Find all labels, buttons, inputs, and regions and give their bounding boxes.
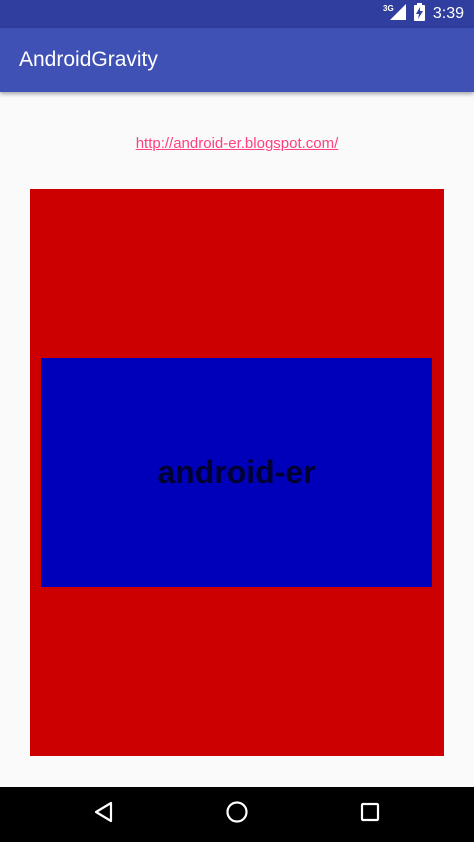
inner-blue-box: android-er (41, 358, 432, 587)
navigation-bar (0, 787, 474, 842)
clock: 3:39 (432, 5, 464, 22)
status-icons: 3:39 (389, 0, 464, 28)
app-bar: AndroidGravity (0, 28, 474, 92)
status-bar: 3G 3:39 (0, 0, 474, 28)
outer-red-box: android-er (30, 189, 444, 756)
home-icon (225, 800, 249, 829)
inner-label: android-er (157, 454, 316, 490)
app-title: AndroidGravity (19, 48, 158, 71)
battery-charging-icon (413, 2, 425, 26)
blog-link[interactable]: http://android-er.blogspot.com/ (0, 135, 474, 152)
back-icon (93, 801, 115, 828)
back-button[interactable] (74, 787, 134, 842)
recents-button[interactable] (340, 787, 400, 842)
recents-icon (359, 801, 381, 828)
signal-icon (389, 3, 406, 25)
home-button[interactable] (207, 787, 267, 842)
